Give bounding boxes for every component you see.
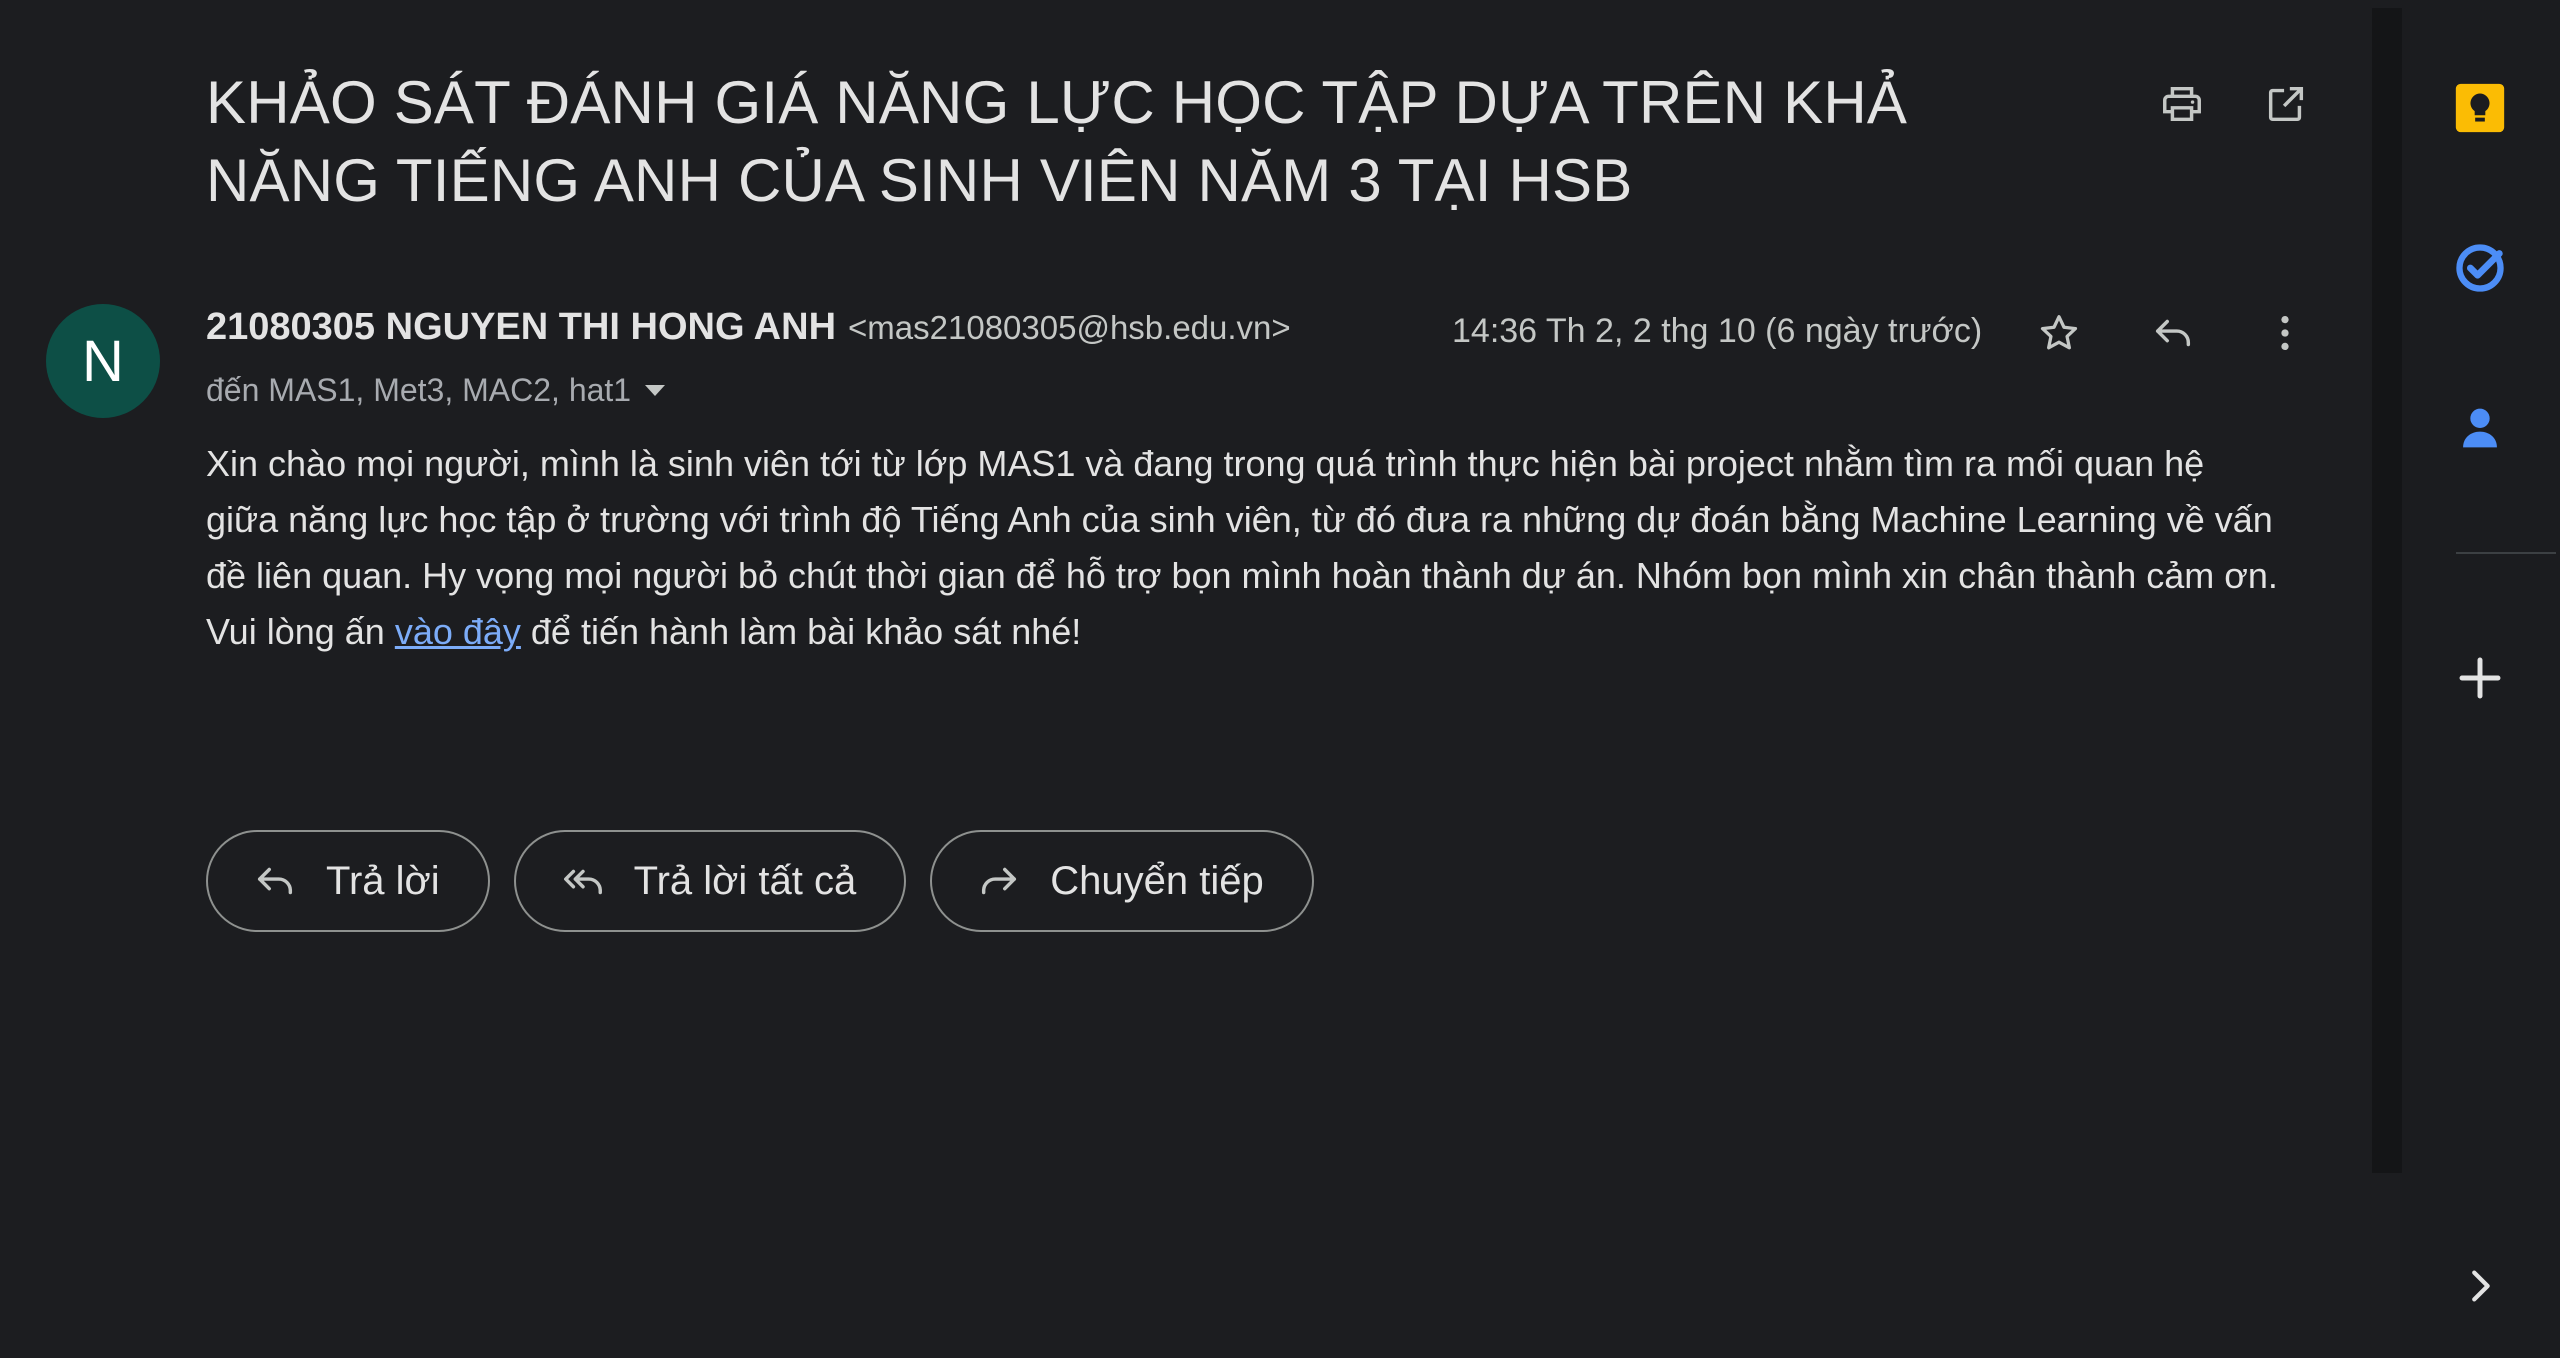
- reply-actions: Trả lời Trả lời tất cả Chuyển tiếp: [206, 830, 1338, 932]
- reply-button[interactable]: Trả lời: [206, 830, 490, 932]
- chevron-right-icon: [2472, 1270, 2490, 1302]
- sender-email: <mas21080305@hsb.edu.vn>: [848, 309, 1291, 346]
- email-timestamp: 14:36 Th 2, 2 thg 10 (6 ngày trước): [1452, 312, 1983, 350]
- print-icon: [2163, 86, 2201, 122]
- contacts-button[interactable]: [2442, 390, 2518, 466]
- expand-panel-button[interactable]: [2442, 1248, 2518, 1324]
- add-icon: [2459, 657, 2501, 699]
- gmail-app: KHẢO SÁT ĐÁNH GIÁ NĂNG LỰC HỌC TẬP DỰA T…: [0, 0, 2560, 1358]
- forward-icon: [982, 867, 1017, 895]
- side-panel: [2402, 0, 2560, 1358]
- keep-icon: [2455, 83, 2505, 133]
- reply-all-button[interactable]: Trả lời tất cả: [513, 830, 907, 932]
- tasks-button[interactable]: [2442, 230, 2518, 306]
- star-icon: [2040, 315, 2078, 350]
- add-addon-button[interactable]: [2442, 640, 2518, 716]
- sender-name[interactable]: 21080305 NGUYEN THI HONG ANH: [206, 306, 836, 349]
- email-body: Xin chào mọi người, mình là sinh viên tớ…: [206, 436, 2286, 660]
- survey-link[interactable]: vào đây: [395, 611, 521, 652]
- reply-icon-button[interactable]: [2142, 302, 2204, 364]
- more-vert-icon: [2281, 315, 2289, 351]
- reply-icon: [257, 867, 293, 895]
- contacts-icon: [2463, 408, 2497, 448]
- reply-icon: [2155, 319, 2191, 347]
- open-in-new-icon: [2268, 86, 2304, 122]
- tasks-icon: [2456, 244, 2504, 292]
- body-paragraph: Xin chào mọi người, mình là sinh viên tớ…: [206, 443, 2278, 596]
- star-button[interactable]: [2028, 302, 2090, 364]
- recipients-dropdown[interactable]: đến MAS1, Met3, MAC2, hat1: [206, 368, 666, 412]
- reply-button-label: Trả lời: [326, 858, 440, 903]
- side-panel-divider: [2456, 552, 2556, 554]
- sender-info: 21080305 NGUYEN THI HONG ANH <mas2108030…: [206, 306, 1291, 358]
- cta-prefix: Vui lòng ấn: [206, 611, 395, 652]
- body-cta-line: Vui lòng ấn vào đây để tiến hành làm bài…: [206, 604, 2286, 660]
- reply-all-icon: [563, 869, 602, 895]
- reply-all-button-label: Trả lời tất cả: [633, 858, 857, 903]
- chevron-down-icon: [645, 384, 666, 396]
- scrollbar[interactable]: [2372, 8, 2402, 1173]
- forward-button[interactable]: Chuyển tiếp: [930, 830, 1314, 932]
- email-reading-pane: KHẢO SÁT ĐÁNH GIÁ NĂNG LỰC HỌC TẬP DỰA T…: [0, 0, 2402, 1358]
- avatar-letter: N: [82, 328, 124, 394]
- cta-suffix: để tiến hành làm bài khảo sát nhé!: [520, 611, 1082, 652]
- print-button[interactable]: [2154, 76, 2210, 132]
- keep-button[interactable]: [2442, 70, 2518, 146]
- open-in-new-window-button[interactable]: [2258, 76, 2314, 132]
- sender-avatar[interactable]: N: [46, 304, 160, 418]
- forward-button-label: Chuyển tiếp: [1050, 858, 1264, 903]
- email-subject: KHẢO SÁT ĐÁNH GIÁ NĂNG LỰC HỌC TẬP DỰA T…: [206, 69, 1908, 214]
- more-options-button[interactable]: [2254, 302, 2316, 364]
- recipients-text: đến MAS1, Met3, MAC2, hat1: [206, 371, 632, 408]
